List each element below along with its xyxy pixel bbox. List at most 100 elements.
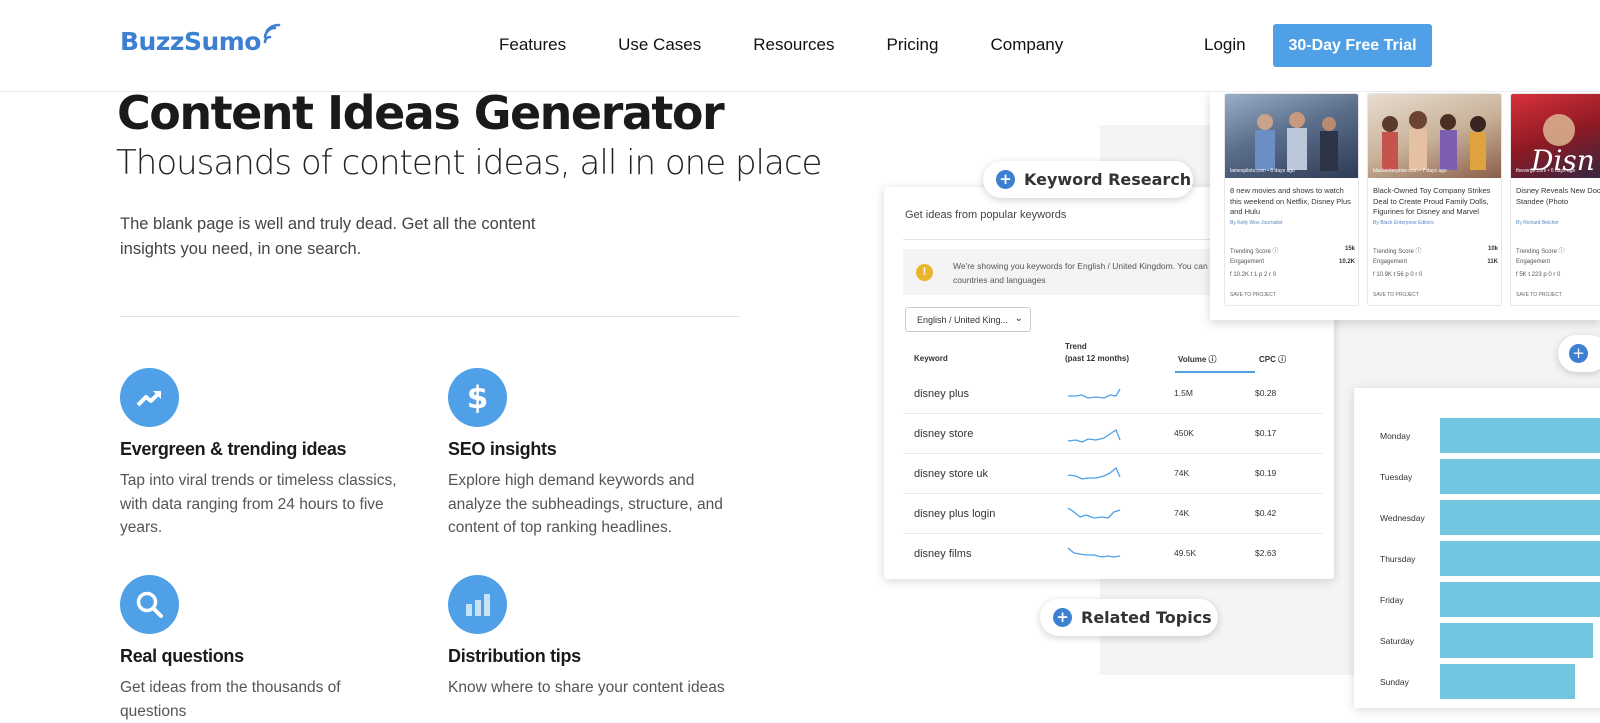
day-label: Wednesday <box>1380 513 1425 523</box>
keyword-cell: disney films <box>914 548 972 560</box>
main-menu: Features Use Cases Resources Pricing Com… <box>499 35 1115 55</box>
feature-description: Tap into viral trends or timeless classi… <box>120 472 397 536</box>
trending-label: Trending Score ⓘ <box>1230 249 1279 255</box>
people-image <box>1255 112 1338 171</box>
save-to-project-button[interactable]: SAVE TO PROJECT <box>1230 292 1276 298</box>
free-trial-button[interactable]: 30-Day Free Trial <box>1273 24 1432 67</box>
bar-chart-icon <box>448 575 507 634</box>
article-headline: Disney Reveals New Doc 2 Theater Standee… <box>1516 186 1600 206</box>
save-to-project-button[interactable]: SAVE TO PROJECT <box>1516 292 1562 298</box>
cpc-cell: $0.19 <box>1255 468 1277 478</box>
volume-cell: 74K <box>1174 508 1190 518</box>
login-link[interactable]: Login <box>1204 35 1246 55</box>
article-source: blackenterprise.com • 7 days ago <box>1373 168 1447 174</box>
keyword-research-pill[interactable]: + Keyword Research <box>983 161 1193 198</box>
plus-icon: + <box>996 170 1015 189</box>
header-trend-sub: (past 12 months) <box>1065 354 1130 363</box>
articles-panel: lamexpilots.com • 6 days ago 8 new movie… <box>1210 92 1600 320</box>
keyword-cell: disney store <box>914 428 974 440</box>
day-label: Saturday <box>1380 636 1415 646</box>
article-card[interactable]: Disn theverge.com • 6 days ago Disney Re… <box>1510 93 1600 306</box>
table-row[interactable]: disney store 450K $0.17 <box>903 414 1323 454</box>
article-source: theverge.com • 6 days ago <box>1516 168 1576 174</box>
engagement-label: Engagement <box>1516 259 1551 265</box>
trending-score: Trending Score ⓘ 10k <box>1373 246 1498 255</box>
article-thumbnail <box>1225 94 1358 178</box>
engagement: Engagement <box>1516 259 1600 265</box>
cpc-cell: $0.17 <box>1255 428 1277 438</box>
article-headline: 8 new movies and shows to watch this wee… <box>1230 186 1351 216</box>
keyword-cell: disney store uk <box>914 468 988 480</box>
related-topics-pill[interactable]: + Related Topics <box>1040 599 1218 636</box>
trend-sparkline <box>1067 547 1121 558</box>
save-to-project-button[interactable]: SAVE TO PROJECT <box>1373 292 1419 298</box>
cpc-cell: $0.42 <box>1255 508 1277 518</box>
header-cpc[interactable]: CPC ⓘ <box>1259 354 1286 365</box>
nav-use-cases[interactable]: Use Cases <box>618 35 701 55</box>
engagement: Engagement 11K <box>1373 259 1498 265</box>
engagement-label: Engagement <box>1373 259 1408 265</box>
intro-text: The blank page is well and truly dead. G… <box>120 215 536 258</box>
day-bar <box>1440 582 1600 617</box>
buzzsumo-logo[interactable]: BuzzSumo <box>120 23 284 56</box>
trending-label: Trending Score ⓘ <box>1516 249 1565 255</box>
day-bar <box>1440 418 1600 453</box>
article-author: By Black Enterprise Editors <box>1373 220 1434 226</box>
card-title: Get ideas from popular keywords <box>905 209 1067 221</box>
day-bar <box>1440 459 1600 494</box>
feature-title: SEO insights <box>448 439 557 459</box>
pill-label: Related Topics <box>1081 608 1212 627</box>
sort-indicator <box>1175 371 1255 373</box>
people-image <box>1382 111 1486 170</box>
article-author: By Richard Belcher <box>1516 220 1559 226</box>
collapsed-pill[interactable]: + <box>1558 335 1600 372</box>
trending-value: 15k <box>1344 246 1355 252</box>
nav-features[interactable]: Features <box>499 35 566 55</box>
select-value: English / United King... <box>917 315 1009 325</box>
nav-resources[interactable]: Resources <box>753 35 834 55</box>
day-label: Friday <box>1380 595 1404 605</box>
volume-cell: 1.5M <box>1174 388 1193 398</box>
article-card[interactable]: blackenterprise.com • 7 days ago Black-O… <box>1367 93 1502 306</box>
nav-company[interactable]: Company <box>990 35 1063 55</box>
article-card[interactable]: lamexpilots.com • 6 days ago 8 new movie… <box>1224 93 1359 306</box>
header-trend: Trend <box>1065 342 1087 351</box>
volume-cell: 74K <box>1174 468 1190 478</box>
day-label: Monday <box>1380 431 1411 441</box>
alert-text: We're showing you keywords for English /… <box>953 261 1208 285</box>
header-volume[interactable]: Volume ⓘ <box>1178 354 1217 365</box>
keyword-cell: disney plus login <box>914 508 996 520</box>
language-select[interactable]: English / United King... ⌄ <box>905 307 1031 332</box>
table-row[interactable]: disney plus 1.5M $0.28 <box>903 374 1323 414</box>
dollar-icon: $ <box>448 368 507 427</box>
plus-icon: + <box>1053 608 1072 627</box>
feature-title: Evergreen & trending ideas <box>120 439 347 459</box>
day-bar <box>1440 500 1600 535</box>
feature-distribution: Distribution tips Know where to share yo… <box>448 575 738 700</box>
cpc-cell: $0.28 <box>1255 388 1277 398</box>
volume-cell: 49.5K <box>1174 548 1197 558</box>
social-counts: f 5K t 223 p 0 r 0 <box>1516 272 1561 278</box>
engagement-value: 11K <box>1487 259 1498 265</box>
trend-sparkline <box>1067 429 1121 443</box>
top-navigation: BuzzSumo Features Use Cases Resources Pr… <box>0 0 1600 92</box>
page-subtitle: Thousands of content ideas, all in one p… <box>116 143 822 183</box>
nav-pricing[interactable]: Pricing <box>887 35 939 55</box>
pill-label: Keyword Research <box>1024 170 1192 189</box>
feature-description: Explore high demand keywords and analyze… <box>448 472 723 536</box>
feature-description: Get ideas from the thousands of question… <box>120 679 341 720</box>
header-keyword: Keyword <box>914 354 948 363</box>
social-counts: f 10.9K t 56 p 0 r 0 <box>1373 272 1423 278</box>
table-row[interactable]: disney plus login 74K $0.42 <box>903 494 1323 534</box>
social-counts: f 10.2K t 1 p 2 r 0 <box>1230 272 1277 278</box>
day-bar <box>1440 541 1600 576</box>
plus-icon: + <box>1569 344 1588 363</box>
day-label: Tuesday <box>1380 472 1413 482</box>
warning-icon: ! <box>916 264 933 281</box>
volume-cell: 450K <box>1174 428 1194 438</box>
page-title: Content Ideas Generator <box>117 86 725 140</box>
trending-value: 10k <box>1487 246 1498 252</box>
table-row[interactable]: disney films 49.5K $2.63 <box>903 534 1323 574</box>
cpc-cell: $2.63 <box>1255 548 1277 558</box>
table-row[interactable]: disney store uk 74K $0.19 <box>903 454 1323 494</box>
